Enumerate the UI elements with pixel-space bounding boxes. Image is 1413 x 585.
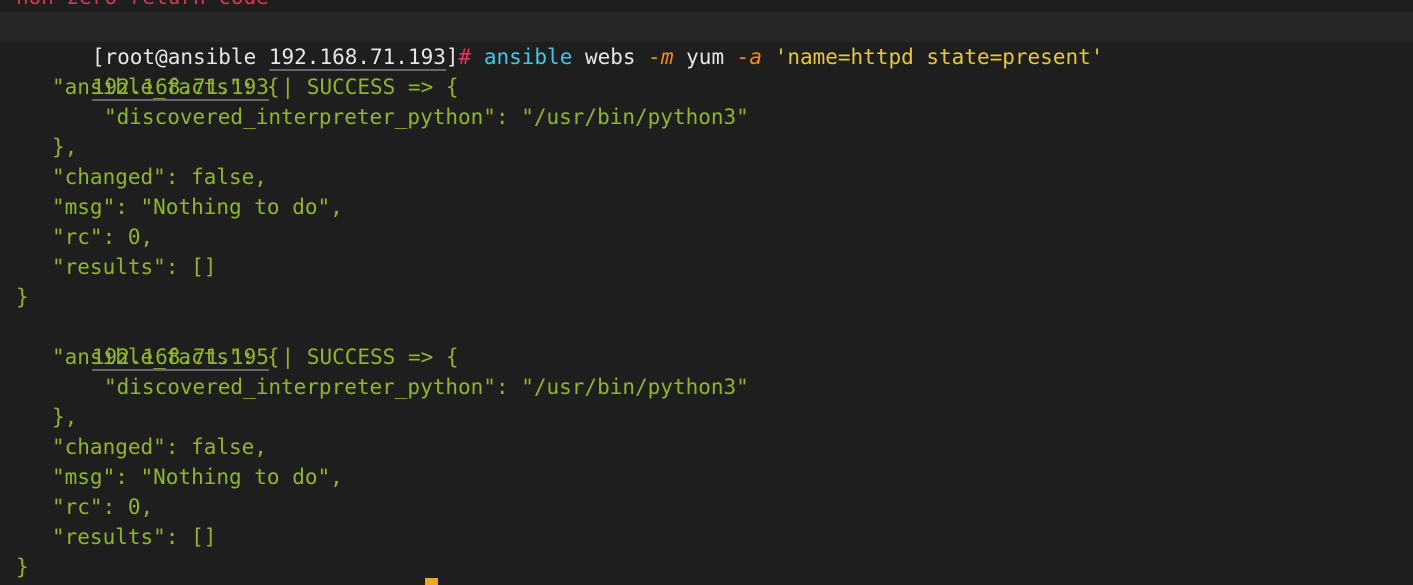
output-line: "changed": false, [52, 435, 267, 459]
command-line: [root@ansible 192.168.71.193]# ansible w… [0, 12, 1413, 71]
prompt-ip: 192.168.71.193 [268, 45, 446, 71]
host-status: | SUCCESS => { [268, 75, 459, 99]
host-status: | SUCCESS => { [268, 345, 459, 369]
command-arg-inventory: webs [572, 45, 649, 69]
output-line: } [16, 285, 29, 309]
prompt-hash: # [458, 45, 472, 69]
command-name: ansible [471, 45, 573, 69]
command-arg-module: yum [673, 45, 737, 69]
terminal-window[interactable]: non-zero return code [root@ansible 192.1… [0, 0, 1413, 585]
previous-output-line: non-zero return code [16, 0, 269, 12]
output-line: }, [52, 405, 78, 429]
output-line: "discovered_interpreter_python": "/usr/b… [104, 105, 749, 129]
command-arg-string: 'name=httpd state=present' [762, 45, 1104, 69]
command-flag-a: -a [736, 45, 763, 69]
output-line: "ansible_facts": { [52, 345, 280, 369]
output-line: "changed": false, [52, 165, 267, 189]
host-result-header: 192.168.71.195 | SUCCESS => { [0, 312, 1413, 371]
prompt-user-host: [root@ansible [91, 45, 269, 69]
output-line: }, [52, 135, 78, 159]
output-line: "results": [] [52, 255, 217, 279]
output-line: "ansible_facts": { [52, 75, 280, 99]
output-line: "rc": 0, [52, 495, 154, 519]
prompt-close: ] [445, 45, 459, 69]
terminal-output: [root@ansible 192.168.71.193]# ansible w… [0, 12, 1413, 582]
command-flag-m: -m [648, 45, 674, 69]
output-line: } [16, 555, 29, 579]
output-line: "rc": 0, [52, 225, 154, 249]
output-line: "results": [] [52, 525, 217, 549]
output-line: "msg": "Nothing to do", [52, 465, 343, 489]
output-line: "discovered_interpreter_python": "/usr/b… [104, 375, 749, 399]
output-line: "msg": "Nothing to do", [52, 195, 343, 219]
text-cursor [425, 578, 438, 585]
